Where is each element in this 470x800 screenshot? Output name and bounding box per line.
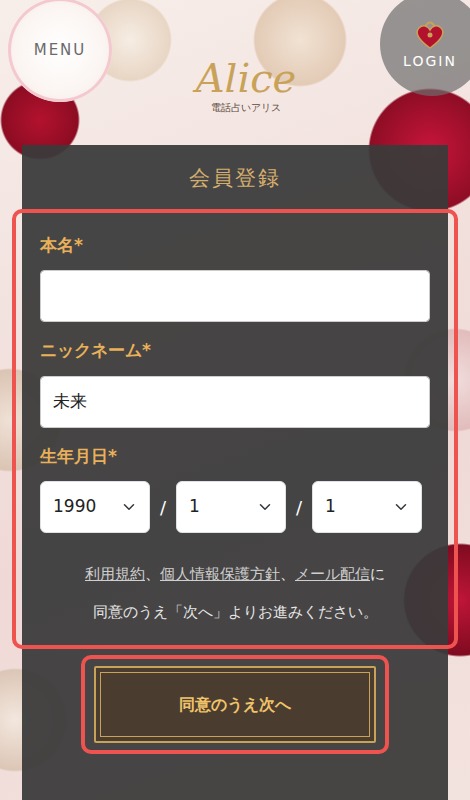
consent-fragment: 、: [280, 565, 295, 583]
menu-button[interactable]: MENU: [8, 0, 112, 102]
birthday-label: 生年月日*: [40, 444, 430, 470]
consent-text: 利用規約、個人情報保護方針、メール配信に 同意のうえ「次へ」よりお進みください。: [40, 555, 430, 631]
nickname-label: ニックネーム*: [40, 338, 430, 364]
form-highlight: 本名* ニックネーム* 生年月日* 1990/1/1 利用規約、個人情報保護方針…: [12, 209, 458, 650]
policy-link[interactable]: 利用規約: [85, 565, 145, 583]
logo-text: Alice: [196, 58, 297, 98]
name-input[interactable]: [40, 270, 430, 322]
consent-fragment: に: [370, 565, 385, 583]
year-select[interactable]: 1990: [40, 481, 150, 533]
logo-subtitle: 電話占いアリス: [196, 100, 297, 115]
birthday-row: 1990/1/1: [40, 481, 430, 533]
policy-link[interactable]: メール配信: [295, 565, 370, 583]
consent-fragment: 、: [145, 565, 160, 583]
panel-title: 会員登録: [22, 163, 448, 195]
login-button[interactable]: LOGIN: [380, 0, 470, 96]
policy-link[interactable]: 個人情報保護方針: [160, 565, 280, 583]
logo[interactable]: Alice 電話占いアリス: [196, 58, 297, 115]
submit-button[interactable]: 同意のうえ次へ: [94, 666, 376, 743]
registration-panel: 会員登録 本名* ニックネーム* 生年月日* 1990/1/1 利用規約、個人情…: [22, 145, 448, 800]
date-separator: /: [150, 494, 176, 521]
heart-lock-icon: [413, 17, 447, 51]
day-select[interactable]: 1: [312, 481, 422, 533]
login-label: LOGIN: [403, 51, 457, 72]
nickname-input[interactable]: [40, 376, 430, 428]
consent-line: 利用規約、個人情報保護方針、メール配信に: [40, 555, 430, 593]
month-select[interactable]: 1: [176, 481, 286, 533]
header: MENU Alice 電話占いアリス LOGIN: [0, 0, 470, 145]
button-highlight: 同意のうえ次へ: [81, 655, 389, 754]
name-label: 本名*: [40, 233, 430, 259]
consent-line: 同意のうえ「次へ」よりお進みください。: [40, 593, 430, 631]
date-separator: /: [286, 494, 312, 521]
